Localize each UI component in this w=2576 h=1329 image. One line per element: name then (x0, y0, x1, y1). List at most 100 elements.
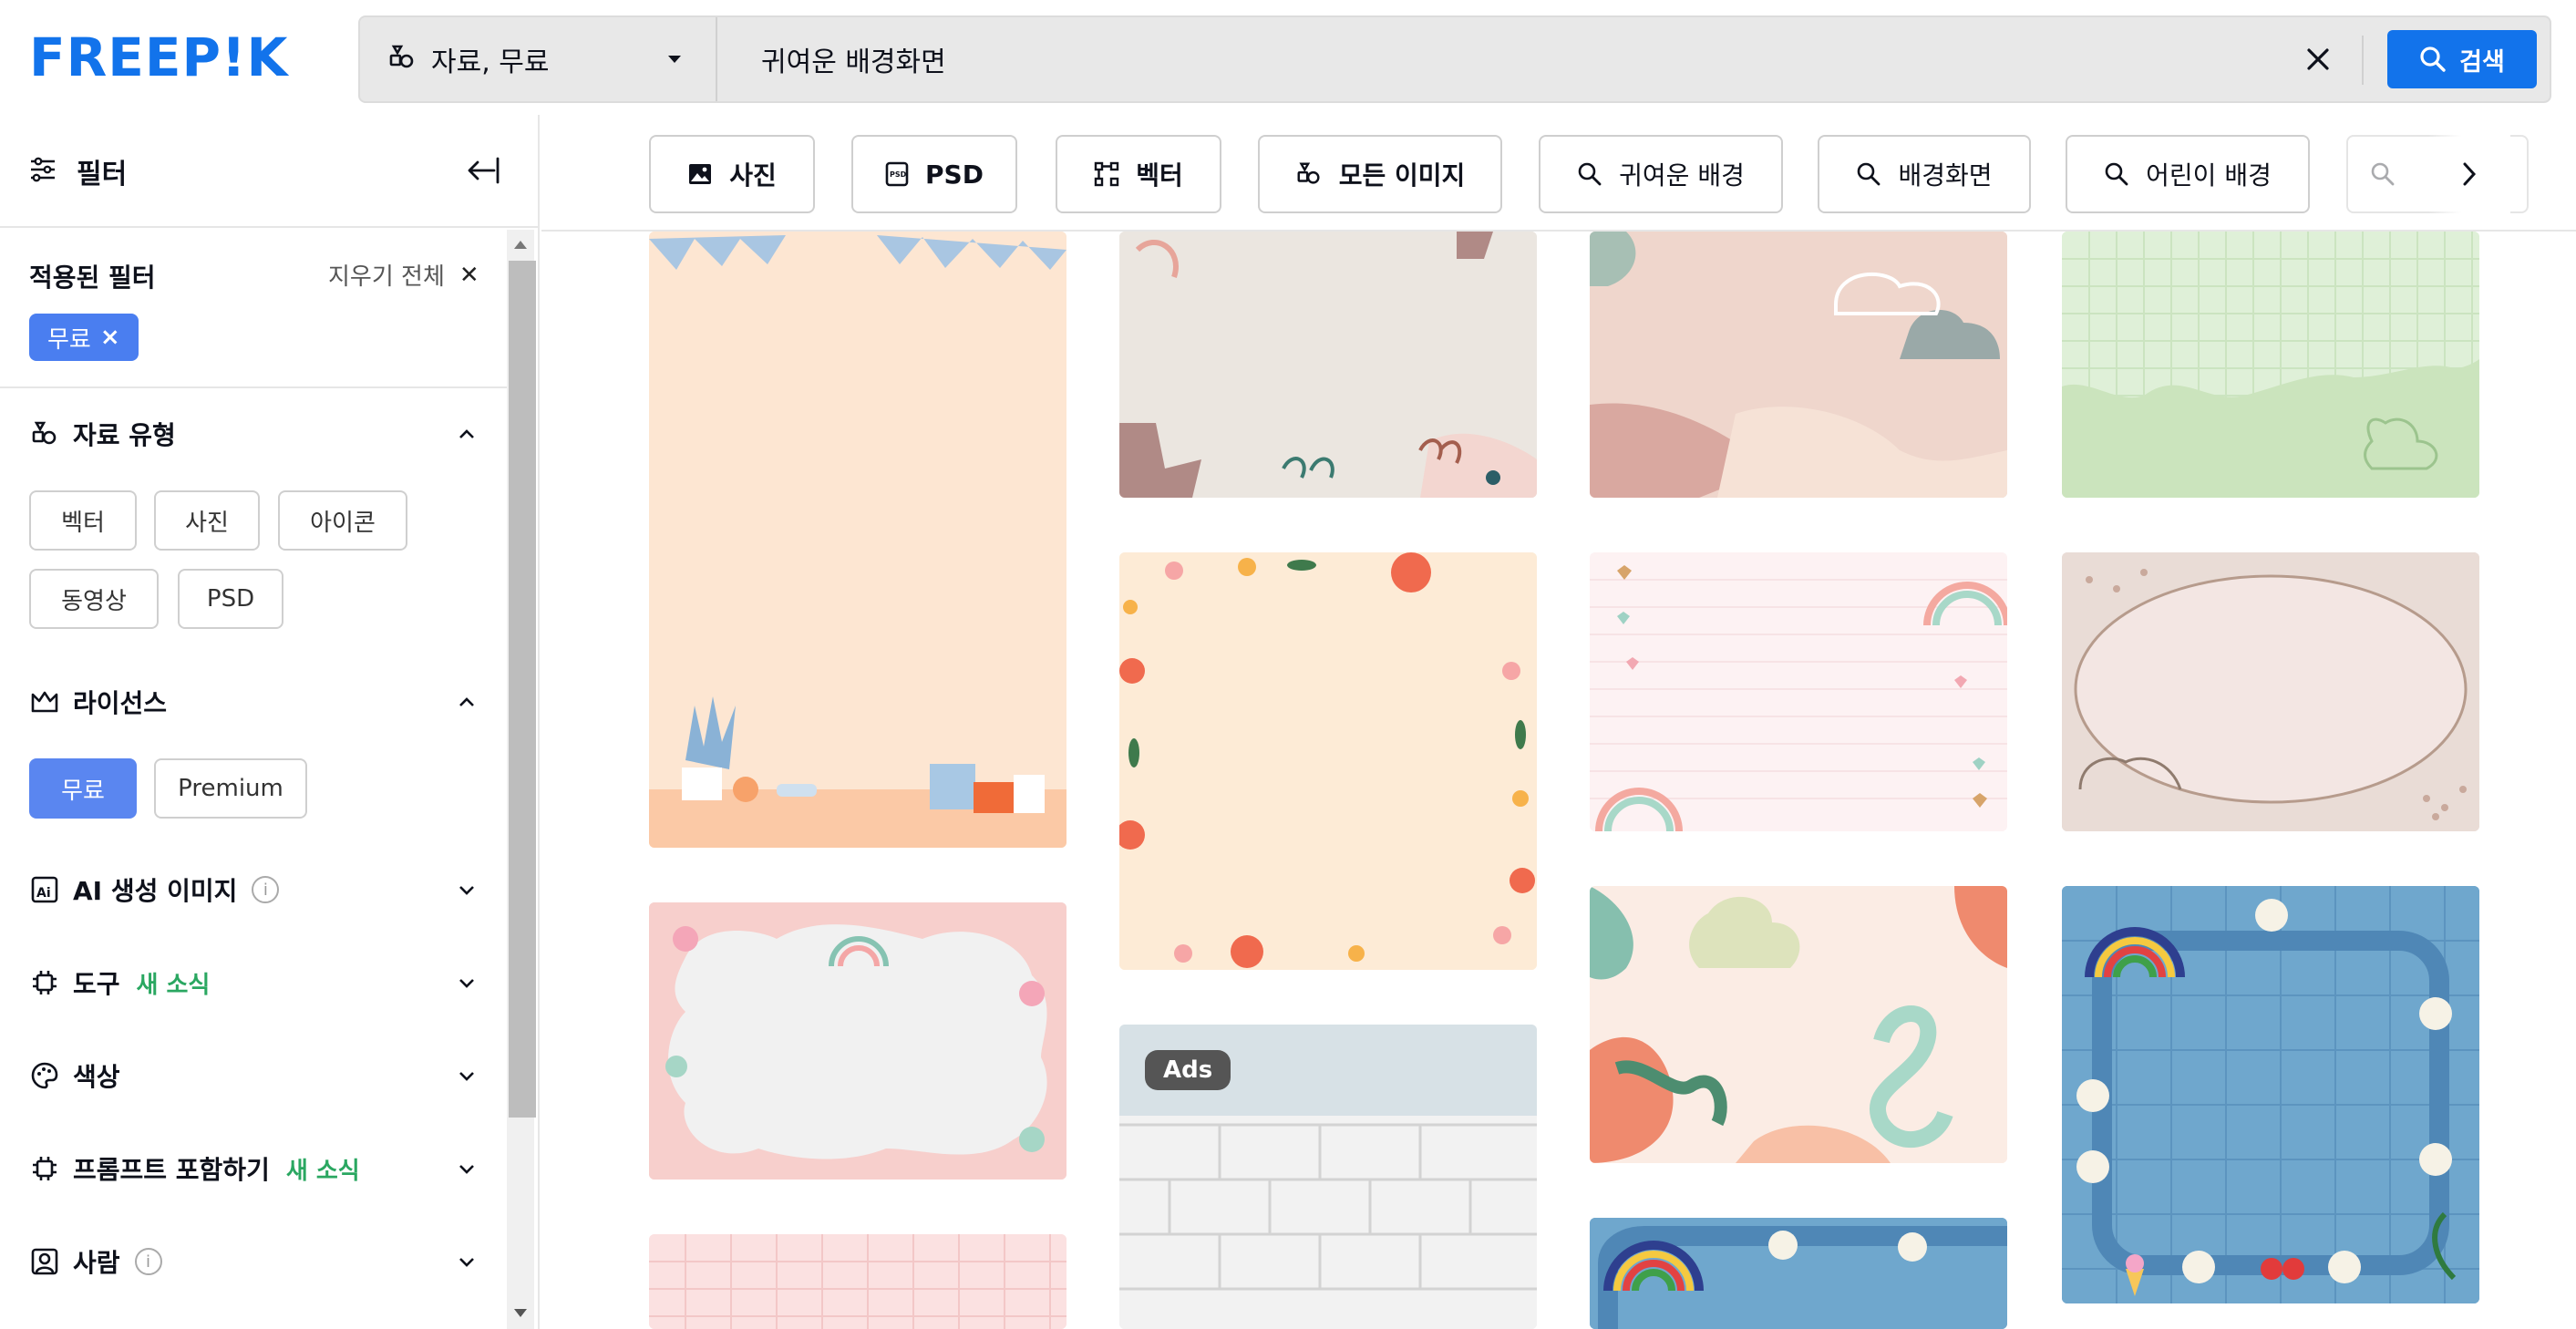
result-card[interactable] (2062, 232, 2479, 498)
tag-label: 어린이 배경 (2146, 160, 2272, 191)
related-tags-bar: 사진 PSD PSD 벡터 모든 이미지 귀여운 배경 배경화면 어린이 배경 (541, 115, 2576, 232)
crown-icon (29, 686, 60, 717)
clear-all-button[interactable]: 지우기 전체 ✕ (328, 258, 479, 292)
search-button[interactable]: 검색 (2387, 30, 2537, 88)
license-premium-button[interactable]: Premium (154, 758, 307, 819)
ads-badge: Ads (1145, 1050, 1231, 1090)
asset-type-photo-button[interactable]: 사진 (154, 490, 260, 551)
collapse-sidebar-button[interactable] (465, 155, 501, 190)
section-asset-type[interactable]: 자료 유형 (29, 416, 476, 452)
section-ai-title: AI 생성 이미지 (73, 876, 238, 906)
chip-icon (29, 967, 60, 998)
chevron-up-icon (458, 427, 476, 444)
card-illustration (1590, 552, 2007, 831)
section-prompt-title: 프롬프트 포함하기 (73, 1155, 270, 1185)
search-input[interactable] (761, 34, 2311, 85)
result-card[interactable] (649, 1234, 1066, 1329)
search-icon (1578, 162, 1602, 186)
info-icon[interactable]: i (252, 876, 280, 903)
remove-chip-icon: × (99, 324, 120, 351)
asset-type-icon-button[interactable]: 아이콘 (278, 490, 407, 551)
search-icon (1858, 162, 1880, 186)
close-icon (2307, 48, 2329, 70)
card-illustration (649, 1234, 1066, 1329)
section-people[interactable]: 사람 i (29, 1243, 476, 1280)
result-card[interactable] (2062, 886, 2479, 1303)
new-badge: 새 소식 (136, 971, 211, 999)
result-card[interactable] (649, 902, 1066, 1180)
search-button-label: 검색 (2459, 47, 2505, 77)
asset-type-vector-button[interactable]: 벡터 (29, 490, 137, 551)
tag-kids-background[interactable]: 어린이 배경 (2066, 135, 2310, 213)
tag-vector[interactable]: 벡터 (1056, 135, 1221, 213)
result-card[interactable] (2062, 552, 2479, 831)
freepik-logo[interactable]: FREEP!K (29, 31, 288, 84)
tag-label: 벡터 (1136, 160, 1183, 191)
card-illustration (2062, 886, 2479, 1303)
result-card[interactable] (1119, 232, 1537, 498)
search-icon (2105, 162, 2128, 186)
tag-photo[interactable]: 사진 (649, 135, 815, 213)
asset-type-psd-button[interactable]: PSD (178, 569, 283, 629)
asset-type-dropdown[interactable]: 자료, 무료 (360, 17, 717, 101)
clear-search-button[interactable] (2298, 39, 2338, 79)
section-color-title: 색상 (73, 1062, 120, 1092)
scroll-down-arrow[interactable] (514, 1309, 527, 1317)
sidebar-scroll-thumb[interactable] (509, 261, 536, 1118)
tag-label: 사진 (729, 160, 777, 191)
card-illustration (1590, 886, 2007, 1163)
tag-label: PSD (925, 159, 984, 190)
tag-psd[interactable]: PSD PSD (851, 135, 1017, 213)
result-card[interactable] (1590, 232, 2007, 498)
license-free-button[interactable]: 무료 (29, 758, 137, 819)
card-illustration (2062, 552, 2479, 831)
info-icon[interactable]: i (134, 1248, 162, 1275)
tag-all-images[interactable]: 모든 이미지 (1258, 135, 1502, 213)
applied-chip-free[interactable]: 무료 × (29, 314, 139, 361)
shapes-icon (387, 43, 417, 76)
result-card[interactable] (1590, 1218, 2007, 1329)
tag-label: 귀여운 배경 (1619, 160, 1745, 191)
result-card[interactable] (1119, 552, 1537, 970)
card-illustration (1590, 232, 2007, 498)
close-icon: ✕ (459, 261, 479, 289)
section-people-title: 사람 (73, 1248, 120, 1278)
shapes-icon (29, 418, 60, 449)
search-icon (2420, 46, 2446, 72)
psd-icon: PSD (885, 161, 909, 187)
chevron-down-icon (458, 1254, 476, 1272)
chevron-down-icon (668, 56, 681, 63)
section-license[interactable]: 라이선스 (29, 684, 476, 720)
palette-icon (29, 1060, 60, 1091)
result-card[interactable] (1590, 886, 2007, 1163)
chevron-down-icon (458, 975, 476, 993)
asset-type-video-button[interactable]: 동영상 (29, 569, 159, 629)
result-card[interactable] (1590, 552, 2007, 831)
scroll-up-arrow[interactable] (514, 241, 527, 249)
result-card[interactable] (649, 232, 1066, 848)
chevron-up-icon (458, 695, 476, 712)
tag-wallpaper[interactable]: 배경화면 (1818, 135, 2031, 213)
sliders-icon (29, 157, 57, 186)
search-bar: 자료, 무료 검색 (358, 15, 2551, 103)
section-color[interactable]: 색상 (29, 1057, 476, 1094)
filter-sidebar: 필터 적용된 필터 지우기 전체 ✕ 무료 × 자료 유형 벡터 사진 아이콘 … (0, 115, 540, 1329)
shapes-icon (1297, 162, 1320, 184)
card-illustration (1119, 232, 1537, 498)
new-badge: 새 소식 (285, 1157, 360, 1185)
person-icon (29, 1246, 60, 1277)
section-asset-type-title: 자료 유형 (73, 420, 176, 450)
section-tools[interactable]: 도구 새 소식 (29, 964, 476, 1001)
card-illustration (2062, 232, 2479, 498)
tag-label: 모든 이미지 (1338, 160, 1466, 191)
section-prompt[interactable]: 프롬프트 포함하기 새 소식 (29, 1150, 476, 1187)
svg-text:PSD: PSD (890, 170, 907, 179)
chevron-down-icon (458, 1161, 476, 1179)
section-ai-generated[interactable]: Ai AI 생성 이미지 i (29, 871, 476, 908)
applied-filters (0, 230, 507, 388)
ad-card[interactable]: Ads (1119, 1025, 1537, 1329)
tag-cute-background[interactable]: 귀여운 배경 (1539, 135, 1783, 213)
tags-next-button[interactable] (2428, 135, 2510, 213)
applied-filters-title: 적용된 필터 (29, 263, 156, 293)
asset-type-label: 자료, 무료 (431, 46, 550, 78)
